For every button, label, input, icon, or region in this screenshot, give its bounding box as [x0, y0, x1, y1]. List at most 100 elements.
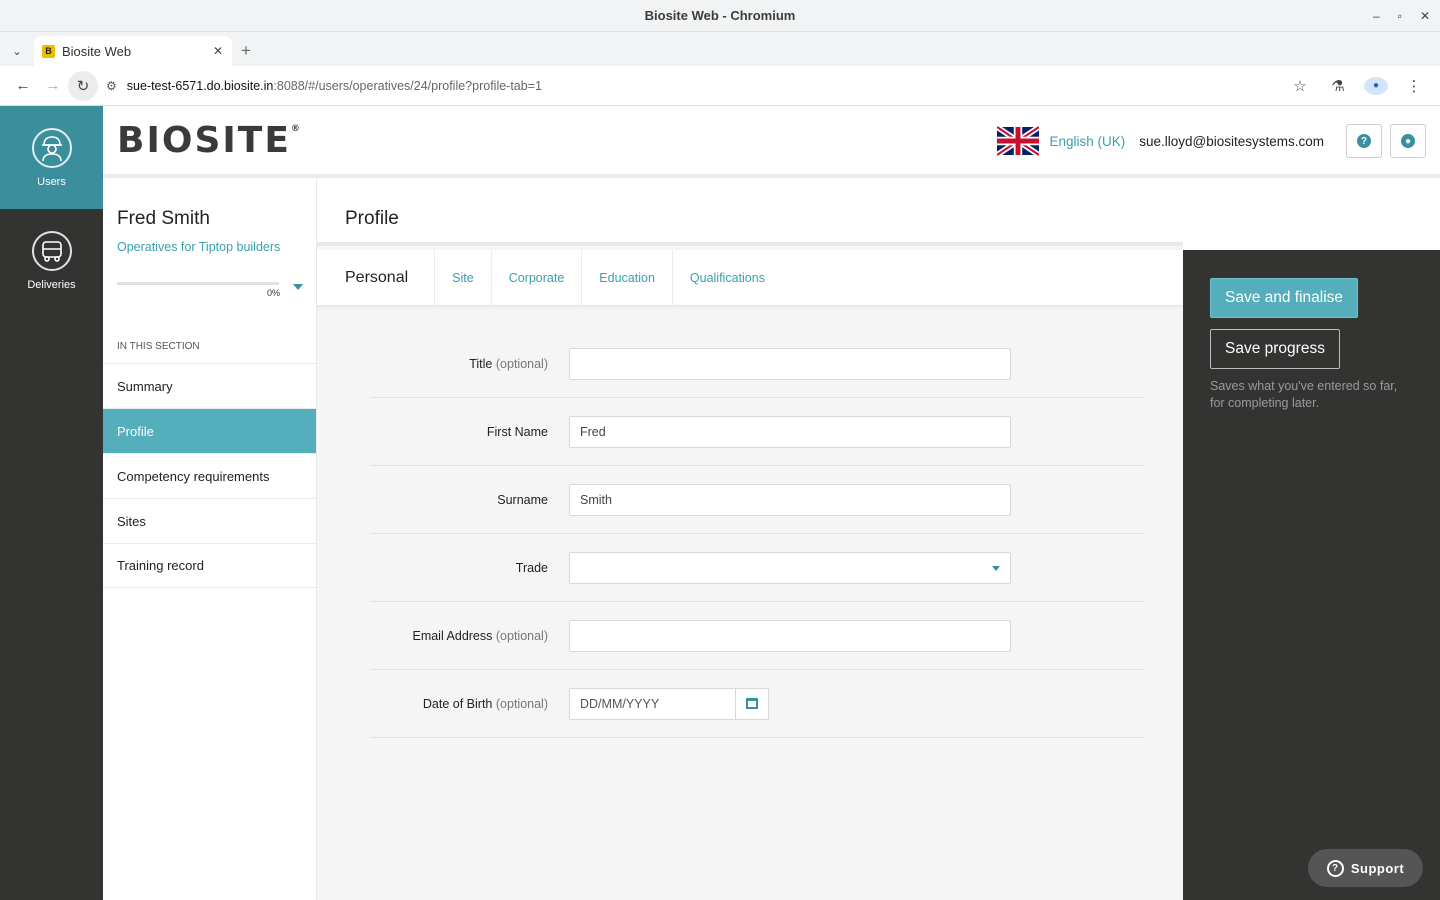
worker-icon	[31, 127, 72, 168]
save-and-finalise-button[interactable]: Save and finalise	[1210, 278, 1359, 318]
url-host: sue-test-6571.do.biosite.in	[126, 78, 274, 93]
reload-icon[interactable]: ↻	[68, 70, 98, 101]
question-icon: ?	[1357, 134, 1371, 148]
biosite-logo[interactable]: BIOSITE®	[117, 120, 302, 161]
browser-actions: ☆ ⚗ ● ⋮	[1288, 76, 1426, 95]
title-label-text: Title	[469, 356, 493, 371]
person-company-link[interactable]: Operatives for Tiptop builders	[117, 240, 280, 254]
trade-label: Trade	[515, 560, 548, 575]
nav-item-users[interactable]: Users	[0, 106, 103, 209]
calendar-icon	[746, 698, 758, 709]
sidebar-item-competency-requirements[interactable]: Competency requirements	[103, 453, 316, 498]
form-row-surname: Surname Smith	[370, 466, 1144, 534]
calendar-button[interactable]	[736, 687, 769, 720]
language-selector[interactable]: English (UK)	[1049, 134, 1125, 149]
optional-tag: (optional)	[495, 628, 548, 643]
logo-text: BIOSITE	[117, 120, 291, 161]
header-right: English (UK) sue.lloyd@biositesystems.co…	[997, 124, 1426, 158]
first-name-input[interactable]: Fred	[569, 415, 1011, 448]
main-content: Profile Personal Site Corporate Educatio…	[317, 178, 1183, 900]
trade-chevron-down-icon	[992, 565, 1000, 571]
labs-flask-icon[interactable]: ⚗	[1326, 77, 1350, 95]
tab-search-chevron-icon[interactable]: ⌄	[6, 36, 28, 66]
trade-control	[569, 551, 1011, 584]
form-row-dob: Date of Birth (optional) DD/MM/YYYY	[370, 670, 1144, 738]
save-progress-button[interactable]: Save progress	[1210, 329, 1340, 369]
browser-tabstrip: ⌄ B Biosite Web ✕ +	[0, 32, 1440, 66]
new-tab-plus-icon[interactable]: +	[232, 36, 260, 66]
section-menu: Summary Profile Competency requirements …	[103, 363, 316, 588]
first-name-control: Fred	[569, 415, 1011, 448]
main-nav: Users Deliveries	[0, 106, 103, 900]
save-progress-note: Saves what you've entered so far, for co…	[1210, 379, 1398, 410]
back-arrow-icon[interactable]: ←	[8, 71, 38, 101]
section-label: IN THIS SECTION	[117, 341, 200, 352]
email-control	[569, 619, 1011, 652]
email-label-text: Email Address	[412, 628, 493, 643]
minimize-icon[interactable]: –	[1373, 9, 1380, 23]
title-input[interactable]	[569, 347, 1011, 380]
form-row-email: Email Address (optional)	[370, 602, 1144, 670]
app-header: BIOSITE® English (UK) sue.lloyd@biosites…	[103, 106, 1440, 178]
favicon-icon: B	[42, 44, 55, 58]
first-name-label: First Name	[486, 424, 548, 439]
form-row-trade: Trade	[370, 534, 1144, 602]
title-control	[569, 347, 1011, 380]
tab-education[interactable]: Education	[582, 250, 673, 306]
optional-tag: (optional)	[495, 356, 548, 371]
support-label: Support	[1350, 860, 1405, 876]
forward-arrow-icon[interactable]: →	[38, 71, 68, 101]
maximize-icon[interactable]: ▫	[1398, 9, 1402, 23]
sidebar-item-sites[interactable]: Sites	[103, 498, 316, 543]
surname-label: Surname	[497, 492, 548, 507]
dob-control: DD/MM/YYYY	[569, 687, 769, 720]
profile-tabs: Personal Site Corporate Education Qualif…	[317, 250, 1183, 306]
progress-chevron-down-icon[interactable]	[293, 284, 303, 290]
browser-menu-icon[interactable]: ⋮	[1402, 77, 1426, 95]
bookmark-star-icon[interactable]: ☆	[1288, 77, 1312, 95]
site-settings-icon[interactable]: ⚙	[106, 79, 117, 93]
address-bar[interactable]: ⚙ sue-test-6571.do.biosite.in:8088/#/use…	[98, 71, 1288, 101]
dob-label-text: Date of Birth	[422, 696, 493, 711]
sidebar-item-training-record[interactable]: Training record	[103, 543, 316, 588]
title-label: Title (optional)	[370, 357, 548, 371]
actions-panel: Save and finalise Save progress Saves wh…	[1183, 250, 1440, 900]
tab-qualifications[interactable]: Qualifications	[673, 250, 782, 306]
app-root: Users Deliveries BIOSITE® English (UK) s…	[0, 106, 1440, 900]
completion-progress-bar	[117, 282, 279, 285]
optional-tag: (optional)	[495, 696, 548, 711]
tab-personal[interactable]: Personal	[317, 250, 436, 306]
close-window-icon[interactable]: ✕	[1420, 9, 1430, 23]
form-row-first-name: First Name Fred	[370, 398, 1144, 466]
tab-site[interactable]: Site	[435, 250, 492, 306]
browser-tab-title: Biosite Web	[62, 43, 132, 59]
account-button[interactable]: ●	[1390, 124, 1426, 158]
support-button[interactable]: ? Support	[1308, 849, 1423, 887]
profile-avatar-icon[interactable]: ●	[1364, 76, 1388, 95]
form-row-title: Title (optional)	[370, 330, 1144, 398]
email-label: Email Address (optional)	[370, 629, 548, 643]
sidebar-item-summary[interactable]: Summary	[103, 363, 316, 408]
nav-item-deliveries[interactable]: Deliveries	[0, 209, 103, 312]
url-path: :8088/#/users/operatives/24/profile?prof…	[273, 78, 542, 93]
sidebar-item-profile[interactable]: Profile	[103, 408, 316, 453]
tab-corporate[interactable]: Corporate	[492, 250, 583, 306]
page-title: Profile	[345, 208, 399, 229]
help-button[interactable]: ?	[1346, 124, 1382, 158]
surname-input[interactable]: Smith	[569, 483, 1011, 516]
email-input[interactable]	[569, 619, 1011, 652]
trade-select[interactable]	[569, 551, 1011, 584]
person-name: Fred Smith	[117, 208, 210, 229]
dob-input[interactable]: DD/MM/YYYY	[569, 687, 736, 720]
question-icon: ?	[1326, 859, 1344, 877]
browser-tab[interactable]: B Biosite Web ✕	[34, 36, 232, 66]
uk-flag-icon[interactable]	[997, 126, 1040, 156]
surname-control: Smith	[569, 483, 1011, 516]
dob-label: Date of Birth (optional)	[370, 697, 548, 711]
page-title-bar: Profile	[317, 178, 1183, 246]
nav-label-users: Users	[37, 175, 66, 188]
nav-label-deliveries: Deliveries	[27, 278, 76, 291]
tab-close-icon[interactable]: ✕	[213, 44, 223, 58]
window-titlebar: Biosite Web - Chromium – ▫ ✕	[0, 0, 1440, 32]
logo-registered-mark: ®	[290, 124, 302, 134]
